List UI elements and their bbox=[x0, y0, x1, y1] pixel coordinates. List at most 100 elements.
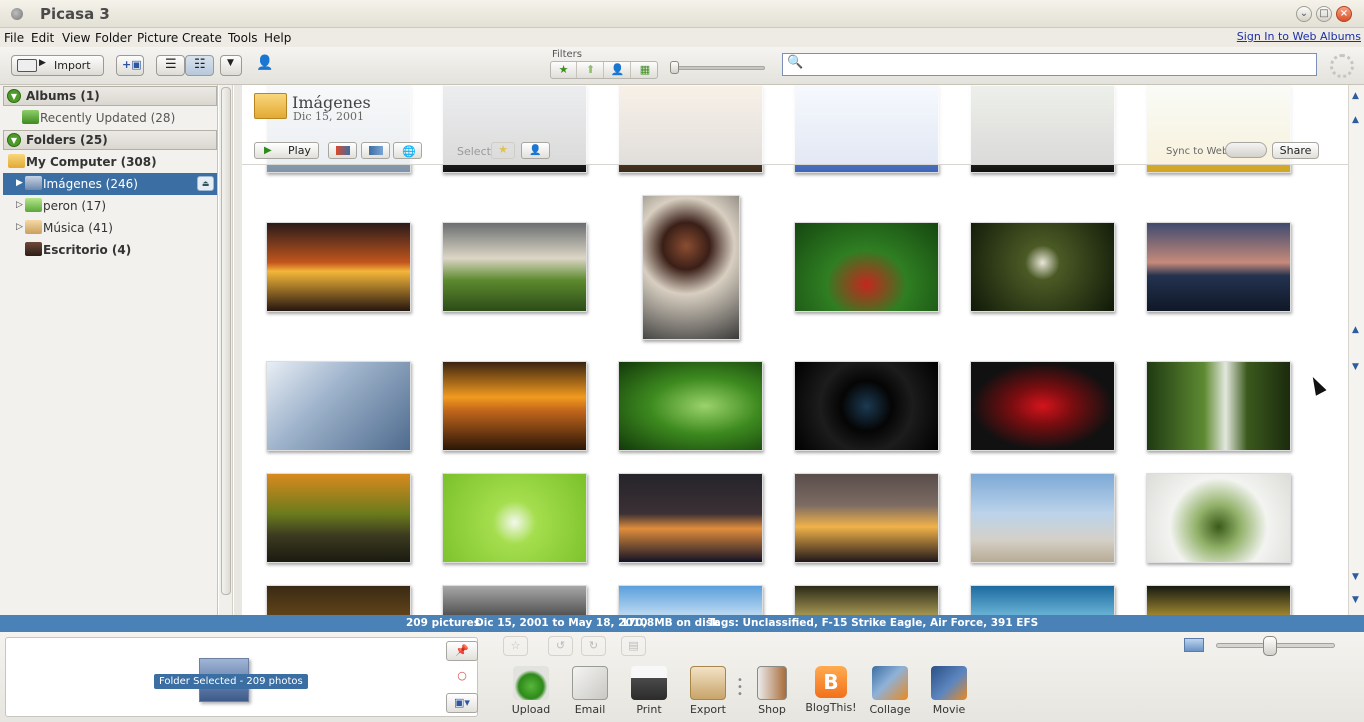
list-view-button[interactable]: ☰ bbox=[156, 55, 185, 76]
menu-file[interactable]: File bbox=[4, 31, 24, 45]
menu-folder[interactable]: Folder bbox=[95, 31, 132, 45]
photo-thumbnail[interactable] bbox=[970, 361, 1115, 451]
expand-toggle-icon[interactable]: ▼ bbox=[7, 133, 21, 147]
sync-to-web-label: Sync to Web bbox=[1166, 146, 1229, 157]
sidebar-item-imagenes[interactable]: ▶ Imágenes (246) ⏏ bbox=[3, 173, 217, 195]
caption-icon[interactable]: ▤ bbox=[621, 636, 646, 656]
select-starred-icon[interactable]: ★ bbox=[491, 142, 515, 159]
star-edit-icon[interactable]: ☆ bbox=[503, 636, 528, 656]
select-people-icon[interactable]: 👤 bbox=[521, 142, 550, 159]
sidebar-item-musica[interactable]: ▷ Música (41) bbox=[3, 217, 217, 239]
expand-toggle-icon[interactable]: ▼ bbox=[7, 89, 21, 103]
scroll-page-up-icon[interactable]: ▲ bbox=[1352, 325, 1359, 335]
shop-button[interactable]: Shop bbox=[744, 666, 800, 716]
sidebar-item-escritorio[interactable]: Escritorio (4) bbox=[3, 239, 217, 261]
import-button[interactable]: ▶ Import bbox=[11, 55, 104, 76]
sidebar-item-recently-updated[interactable]: Recently Updated (28) bbox=[3, 107, 217, 129]
rotate-left-icon[interactable]: ↺ bbox=[548, 636, 573, 656]
starred-filter-icon[interactable]: ★ bbox=[551, 62, 577, 78]
photo-thumbnail[interactable] bbox=[1146, 361, 1291, 451]
menu-view[interactable]: View bbox=[62, 31, 90, 45]
photo-thumbnail[interactable] bbox=[794, 585, 939, 615]
scroll-bottom-icon[interactable]: ▼ bbox=[1352, 595, 1359, 605]
scroll-up-icon[interactable]: ▲ bbox=[1352, 115, 1359, 125]
thumbnail-size-slider-knob[interactable] bbox=[1263, 636, 1278, 656]
photo-thumbnail[interactable] bbox=[442, 361, 587, 451]
share-button[interactable]: Share bbox=[1272, 142, 1319, 159]
minimize-icon[interactable]: ⌄ bbox=[1296, 6, 1312, 22]
geotag-button[interactable]: 🌐 bbox=[393, 142, 422, 159]
photo-thumbnail[interactable] bbox=[442, 473, 587, 563]
menu-tools[interactable]: Tools bbox=[228, 31, 258, 45]
photo-grid-scrollbar[interactable]: ▲ ▲ ▲ ▼ ▼ ▼ bbox=[1348, 85, 1364, 615]
add-to-album-icon[interactable]: ▣▾ bbox=[446, 693, 478, 713]
scroll-top-icon[interactable]: ▲ bbox=[1352, 91, 1359, 101]
movies-filter-icon[interactable]: ▦ bbox=[632, 62, 658, 78]
photo-thumbnail[interactable] bbox=[266, 222, 411, 312]
scroll-page-down-icon[interactable]: ▼ bbox=[1352, 362, 1359, 372]
maximize-icon[interactable]: □ bbox=[1316, 6, 1332, 22]
expand-arrow-icon[interactable]: ▷ bbox=[16, 200, 23, 210]
rotate-right-icon[interactable]: ↻ bbox=[581, 636, 606, 656]
photo-thumbnail[interactable] bbox=[1146, 473, 1291, 563]
sidebar-item-my-computer[interactable]: My Computer (308) bbox=[3, 151, 217, 173]
photo-thumbnail[interactable] bbox=[442, 585, 587, 615]
photo-thumbnail[interactable] bbox=[1146, 222, 1291, 312]
photo-thumbnail[interactable] bbox=[266, 585, 411, 615]
photo-thumbnail[interactable] bbox=[618, 473, 763, 563]
date-filter-slider[interactable] bbox=[672, 66, 765, 70]
clear-tray-icon[interactable]: ○ bbox=[446, 667, 478, 687]
movie-button[interactable]: Movie bbox=[921, 666, 977, 716]
eject-icon[interactable]: ⏏ bbox=[197, 176, 214, 191]
photo-thumbnail[interactable] bbox=[618, 361, 763, 451]
sync-to-web-toggle[interactable] bbox=[1225, 142, 1267, 158]
hold-pin-icon[interactable]: 📌 bbox=[446, 641, 478, 661]
photo-to-film-button[interactable] bbox=[328, 142, 357, 159]
date-filter-slider-knob[interactable] bbox=[670, 61, 679, 74]
photo-thumbnail[interactable] bbox=[442, 222, 587, 312]
search-input[interactable] bbox=[782, 53, 1317, 76]
folders-header[interactable]: ▼ Folders (25) bbox=[3, 130, 217, 150]
print-button[interactable]: Print bbox=[621, 666, 677, 716]
menu-edit[interactable]: Edit bbox=[31, 31, 54, 45]
tree-view-button[interactable]: ☷ bbox=[185, 55, 214, 76]
blogthis-button[interactable]: B BlogThis! bbox=[803, 666, 859, 714]
export-button[interactable]: Export bbox=[680, 666, 736, 716]
albums-header[interactable]: ▼ Albums (1) bbox=[3, 86, 217, 106]
photo-thumbnail[interactable] bbox=[970, 473, 1115, 563]
photo-thumbnail[interactable] bbox=[266, 361, 411, 451]
title-bar: Picasa 3 ⌄ □ × bbox=[0, 0, 1364, 28]
add-to-album-button[interactable]: +▣ bbox=[116, 55, 144, 76]
view-options-button[interactable]: ▼ bbox=[220, 55, 242, 76]
close-icon[interactable]: × bbox=[1336, 6, 1352, 22]
sidebar-item-peron[interactable]: ▷ peron (17) bbox=[3, 195, 217, 217]
photo-thumbnail[interactable] bbox=[794, 361, 939, 451]
photo-thumbnail[interactable] bbox=[794, 222, 939, 312]
menu-picture[interactable]: Picture bbox=[137, 31, 178, 45]
photo-thumbnail[interactable] bbox=[642, 195, 740, 340]
photo-thumbnail[interactable] bbox=[970, 585, 1115, 615]
pane-splitter[interactable] bbox=[234, 85, 242, 615]
sidebar-scrollbar[interactable] bbox=[219, 85, 233, 615]
sidebar-scrollbar-thumb[interactable] bbox=[221, 87, 231, 595]
play-slideshow-button[interactable]: ▶ Play bbox=[254, 142, 319, 159]
app-menu-icon[interactable] bbox=[11, 8, 23, 20]
photo-thumbnail[interactable] bbox=[970, 222, 1115, 312]
photo-thumbnail[interactable] bbox=[266, 473, 411, 563]
photo-thumbnail[interactable] bbox=[794, 473, 939, 563]
upload-button[interactable]: Upload bbox=[503, 666, 559, 716]
scroll-down-icon[interactable]: ▼ bbox=[1352, 572, 1359, 582]
expand-arrow-icon[interactable]: ▷ bbox=[16, 222, 23, 232]
menu-create[interactable]: Create bbox=[182, 31, 222, 45]
photo-thumbnail[interactable] bbox=[618, 585, 763, 615]
email-button[interactable]: Email bbox=[562, 666, 618, 716]
collage-button[interactable] bbox=[361, 142, 390, 159]
faces-filter-icon[interactable]: 👤 bbox=[605, 62, 631, 78]
sign-in-link[interactable]: Sign In to Web Albums bbox=[1237, 30, 1361, 43]
expand-arrow-icon[interactable]: ▶ bbox=[16, 178, 23, 188]
photo-thumbnail[interactable] bbox=[1146, 585, 1291, 615]
uploaded-filter-icon[interactable]: ⬆ bbox=[578, 62, 604, 78]
collage-action-button[interactable]: Collage bbox=[862, 666, 918, 716]
people-icon[interactable]: 👤 bbox=[256, 55, 286, 76]
menu-help[interactable]: Help bbox=[264, 31, 291, 45]
